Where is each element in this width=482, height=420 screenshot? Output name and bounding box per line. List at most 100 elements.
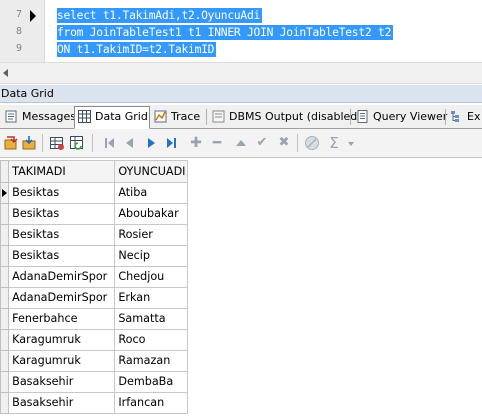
insert-record-icon[interactable]: ✚ bbox=[188, 135, 204, 151]
post-edit-icon[interactable]: ✔ bbox=[254, 135, 270, 151]
cell-oyuncuadi[interactable]: Ramazan bbox=[114, 350, 188, 372]
row-indicator[interactable] bbox=[0, 224, 10, 246]
cell-takimadi[interactable]: Besiktas bbox=[8, 203, 116, 225]
cell-oyuncuadi[interactable]: Samatta bbox=[114, 308, 188, 330]
filter-icon[interactable] bbox=[304, 135, 320, 151]
editor-gutter: 7 8 9 bbox=[0, 0, 45, 62]
row-indicator[interactable] bbox=[0, 350, 10, 372]
row-indicator[interactable] bbox=[0, 203, 10, 225]
table-row[interactable]: AdanaDemirSpor Erkan bbox=[0, 287, 188, 309]
cell-oyuncuadi[interactable]: Erkan bbox=[114, 287, 188, 309]
panel-title: Data Grid bbox=[0, 85, 482, 103]
sum-dropdown-icon[interactable] bbox=[344, 135, 360, 151]
cell-takimadi[interactable]: Besiktas bbox=[8, 182, 116, 204]
move-up-icon[interactable] bbox=[233, 135, 249, 151]
tab-separator bbox=[445, 109, 446, 125]
next-record-icon[interactable] bbox=[143, 135, 159, 151]
cancel-edit-icon[interactable]: ✖ bbox=[276, 135, 292, 151]
table-row[interactable]: Basaksehir Irfancan bbox=[0, 392, 188, 414]
table-row[interactable]: Karagumruk Roco bbox=[0, 329, 188, 351]
row-indicator[interactable] bbox=[0, 329, 10, 351]
row-indicator[interactable] bbox=[0, 392, 10, 414]
cell-takimadi[interactable]: Karagumruk bbox=[8, 329, 116, 351]
tab-label: Messages bbox=[22, 110, 76, 123]
messages-icon bbox=[5, 110, 17, 123]
table-row[interactable]: Karagumruk Ramazan bbox=[0, 350, 188, 372]
grid-options-icon[interactable] bbox=[49, 135, 65, 151]
data-grid-icon bbox=[78, 110, 91, 123]
export-icon[interactable] bbox=[3, 135, 19, 151]
cell-oyuncuadi[interactable]: Atiba bbox=[114, 182, 188, 204]
cell-takimadi[interactable]: AdanaDemirSpor bbox=[8, 287, 116, 309]
refresh-icon[interactable] bbox=[69, 135, 85, 151]
current-row-arrow-icon bbox=[2, 189, 7, 197]
grid-toolbar: ✚ ━ ✔ ✖ Σ bbox=[0, 129, 482, 158]
line-number: 8 bbox=[15, 26, 22, 37]
code-line[interactable]: from JoinTableTest1 t1 INNER JOIN JoinTa… bbox=[57, 25, 394, 40]
header-row: TAKIMADI OYUNCUADI bbox=[0, 160, 188, 183]
cell-oyuncuadi[interactable]: DembaBa bbox=[114, 371, 188, 393]
toolbar-separator bbox=[42, 134, 43, 152]
current-line-marker-icon bbox=[30, 10, 36, 22]
result-tabs: Messages Data Grid Trace DBMS Output (di… bbox=[0, 105, 482, 129]
column-header-oyuncuadi[interactable]: OYUNCUADI bbox=[114, 160, 188, 183]
cell-oyuncuadi[interactable]: Chedjou bbox=[114, 266, 188, 288]
cell-takimadi[interactable]: Besiktas bbox=[8, 245, 116, 267]
tab-query-viewer[interactable]: Query Viewer bbox=[353, 107, 447, 127]
delete-record-icon[interactable]: ━ bbox=[209, 135, 225, 151]
table-row[interactable]: AdanaDemirSpor Chedjou bbox=[0, 266, 188, 288]
cell-oyuncuadi[interactable]: Necip bbox=[114, 245, 188, 267]
row-indicator[interactable] bbox=[0, 245, 10, 267]
scroll-left-icon[interactable] bbox=[3, 69, 8, 77]
cell-oyuncuadi[interactable]: Aboubakar bbox=[114, 203, 188, 225]
cell-takimadi[interactable]: Basaksehir bbox=[8, 392, 116, 414]
previous-record-icon[interactable] bbox=[122, 135, 138, 151]
first-record-icon[interactable] bbox=[102, 135, 118, 151]
tab-label: Query Viewer bbox=[373, 110, 448, 123]
dbms-output-icon bbox=[212, 110, 225, 123]
editor-horizontal-scrollbar[interactable] bbox=[0, 62, 482, 84]
tab-trace[interactable]: Trace bbox=[151, 107, 203, 127]
cell-oyuncuadi[interactable]: Irfancan bbox=[114, 392, 188, 414]
table-row[interactable]: Besiktas Aboubakar bbox=[0, 203, 188, 225]
table-row[interactable]: Fenerbahce Samatta bbox=[0, 308, 188, 330]
cell-takimadi[interactable]: AdanaDemirSpor bbox=[8, 266, 116, 288]
tab-separator bbox=[206, 109, 207, 125]
row-indicator[interactable] bbox=[0, 371, 10, 393]
tab-label: DBMS Output (disabled) bbox=[229, 110, 362, 123]
cell-oyuncuadi[interactable]: Roco bbox=[114, 329, 188, 351]
cell-oyuncuadi[interactable]: Rosier bbox=[114, 224, 188, 246]
cell-takimadi[interactable]: Basaksehir bbox=[8, 371, 116, 393]
column-header-takimadi[interactable]: TAKIMADI bbox=[8, 160, 116, 183]
line-number: 7 bbox=[15, 9, 22, 20]
row-indicator[interactable] bbox=[0, 308, 10, 330]
tab-messages[interactable]: Messages bbox=[2, 107, 76, 127]
cell-takimadi[interactable]: Besiktas bbox=[8, 224, 116, 246]
code-line[interactable]: select t1.TakimAdi,t2.OyuncuAdi bbox=[57, 8, 263, 23]
table-row[interactable]: Besiktas Rosier bbox=[0, 224, 188, 246]
table-row[interactable]: Besiktas Necip bbox=[0, 245, 188, 267]
row-indicator[interactable] bbox=[0, 287, 10, 309]
save-icon[interactable] bbox=[21, 135, 37, 151]
tab-label: Data Grid bbox=[95, 110, 148, 123]
sql-editor[interactable]: 7 8 9 select t1.TakimAdi,t2.OyuncuAdi fr… bbox=[0, 0, 482, 62]
cell-takimadi[interactable]: Karagumruk bbox=[8, 350, 116, 372]
row-indicator[interactable] bbox=[0, 182, 10, 204]
tab-label: Trace bbox=[171, 110, 201, 123]
line-number: 9 bbox=[15, 43, 22, 54]
table-row[interactable]: Basaksehir DembaBa bbox=[0, 371, 188, 393]
row-indicator[interactable] bbox=[0, 266, 10, 288]
tab-explain[interactable]: Ex bbox=[447, 107, 482, 127]
code-line[interactable]: ON t1.TakimID=t2.TakimID bbox=[57, 42, 217, 57]
last-record-icon[interactable] bbox=[163, 135, 179, 151]
row-indicator-header bbox=[0, 160, 10, 183]
cell-takimadi[interactable]: Fenerbahce bbox=[8, 308, 116, 330]
tab-label: Ex bbox=[467, 110, 481, 123]
tab-dbms-output[interactable]: DBMS Output (disabled) bbox=[209, 107, 362, 127]
tab-data-grid[interactable]: Data Grid bbox=[74, 106, 150, 129]
trace-icon bbox=[154, 110, 167, 123]
sum-icon[interactable]: Σ bbox=[326, 135, 342, 151]
results-grid[interactable]: TAKIMADI OYUNCUADI Besiktas Atiba Besiktas… bbox=[0, 160, 188, 414]
toolbar-separator bbox=[92, 134, 93, 152]
table-row[interactable]: Besiktas Atiba bbox=[0, 182, 188, 204]
